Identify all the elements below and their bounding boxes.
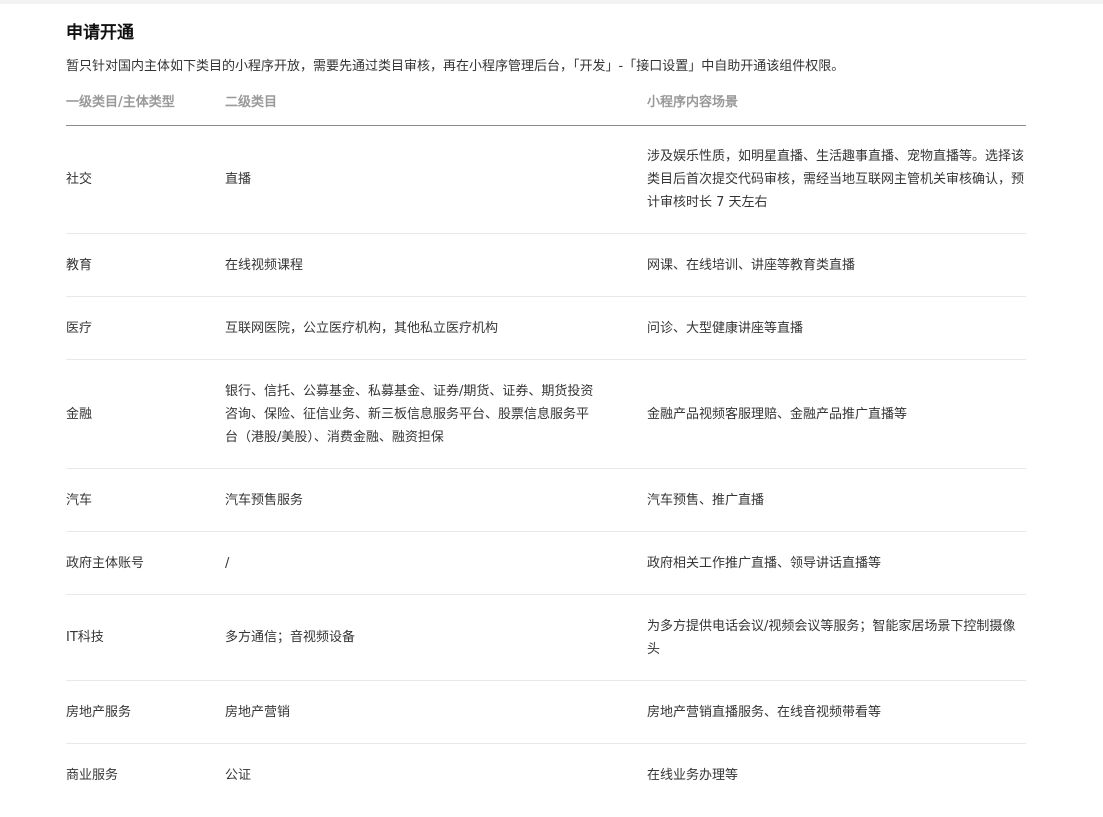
cell-secondary: 房地产营销 <box>225 680 647 744</box>
cell-primary: 医疗 <box>66 296 225 360</box>
table-row: 政府主体账号 / 政府相关工作推广直播、领导讲话直播等 <box>66 531 1026 595</box>
column-header-primary: 一级类目/主体类型 <box>66 93 225 126</box>
page-title: 申请开通 <box>66 23 134 43</box>
cell-scene: 网课、在线培训、讲座等教育类直播 <box>647 233 1026 297</box>
cell-primary: 政府主体账号 <box>66 531 225 595</box>
table-row: 汽车 汽车预售服务 汽车预售、推广直播 <box>66 468 1026 532</box>
cell-secondary: 在线视频课程 <box>225 233 647 297</box>
column-header-secondary: 二级类目 <box>225 93 647 126</box>
cell-scene: 在线业务办理等 <box>647 767 739 783</box>
cell-secondary: 公证 <box>225 767 252 783</box>
cell-scene: 涉及娱乐性质，如明星直播、生活趣事直播、宠物直播等。选择该类目后首次提交代码审核… <box>647 125 1026 234</box>
cell-secondary: / <box>225 531 647 595</box>
main-content: 申请开通 暂只针对国内主体如下类目的小程序开放，需要先通过类目审核，再在小程序管… <box>66 20 1026 807</box>
table-row: 教育 在线视频课程 网课、在线培训、讲座等教育类直播 <box>66 233 1026 297</box>
column-header-scene: 小程序内容场景 <box>647 93 1026 126</box>
cell-secondary: 银行、信托、公募基金、私募基金、证券/期货、证券、期货投资咨询、保险、征信业务、… <box>225 359 647 469</box>
table-row: 金融 银行、信托、公募基金、私募基金、证券/期货、证券、期货投资咨询、保险、征信… <box>66 359 1026 469</box>
cell-primary: 房地产服务 <box>66 680 225 744</box>
cell-scene: 金融产品视频客服理赔、金融产品推广直播等 <box>647 359 1026 469</box>
table-row: 医疗 互联网医院，公立医疗机构，其他私立医疗机构 问诊、大型健康讲座等直播 <box>66 296 1026 360</box>
table-row: 商业服务 公证 在线业务办理等 <box>66 744 1026 807</box>
table-row: IT科技 多方通信；音视频设备 为多方提供电话会议/视频会议等服务；智能家居场景… <box>66 594 1026 681</box>
cell-scene: 汽车预售、推广直播 <box>647 468 1026 532</box>
table-header-row: 一级类目/主体类型 二级类目 小程序内容场景 <box>66 93 1026 126</box>
cell-scene: 房地产营销直播服务、在线音视频带看等 <box>647 680 1026 744</box>
cell-secondary: 多方通信；音视频设备 <box>225 594 647 681</box>
table-row: 社交 直播 涉及娱乐性质，如明星直播、生活趣事直播、宠物直播等。选择该类目后首次… <box>66 125 1026 234</box>
page-description: 暂只针对国内主体如下类目的小程序开放，需要先通过类目审核，再在小程序管理后台，「… <box>66 59 845 74</box>
cell-primary: 金融 <box>66 359 225 469</box>
cell-secondary: 互联网医院，公立医疗机构，其他私立医疗机构 <box>225 296 647 360</box>
cell-secondary: 直播 <box>225 125 647 234</box>
cell-scene: 问诊、大型健康讲座等直播 <box>647 296 1026 360</box>
cell-primary: 社交 <box>66 125 225 234</box>
cell-scene: 政府相关工作推广直播、领导讲话直播等 <box>647 531 1026 595</box>
cell-primary: 汽车 <box>66 468 225 532</box>
cell-secondary: 汽车预售服务 <box>225 468 647 532</box>
top-divider-strip <box>0 0 1103 4</box>
cell-primary: 商业服务 <box>66 767 119 783</box>
cell-primary: 教育 <box>66 233 225 297</box>
category-table: 一级类目/主体类型 二级类目 小程序内容场景 社交 直播 涉及娱乐性质，如明星直… <box>66 93 1026 807</box>
cell-scene: 为多方提供电话会议/视频会议等服务；智能家居场景下控制摄像头 <box>647 594 1026 681</box>
cell-primary: IT科技 <box>66 594 225 681</box>
table-row: 房地产服务 房地产营销 房地产营销直播服务、在线音视频带看等 <box>66 680 1026 744</box>
